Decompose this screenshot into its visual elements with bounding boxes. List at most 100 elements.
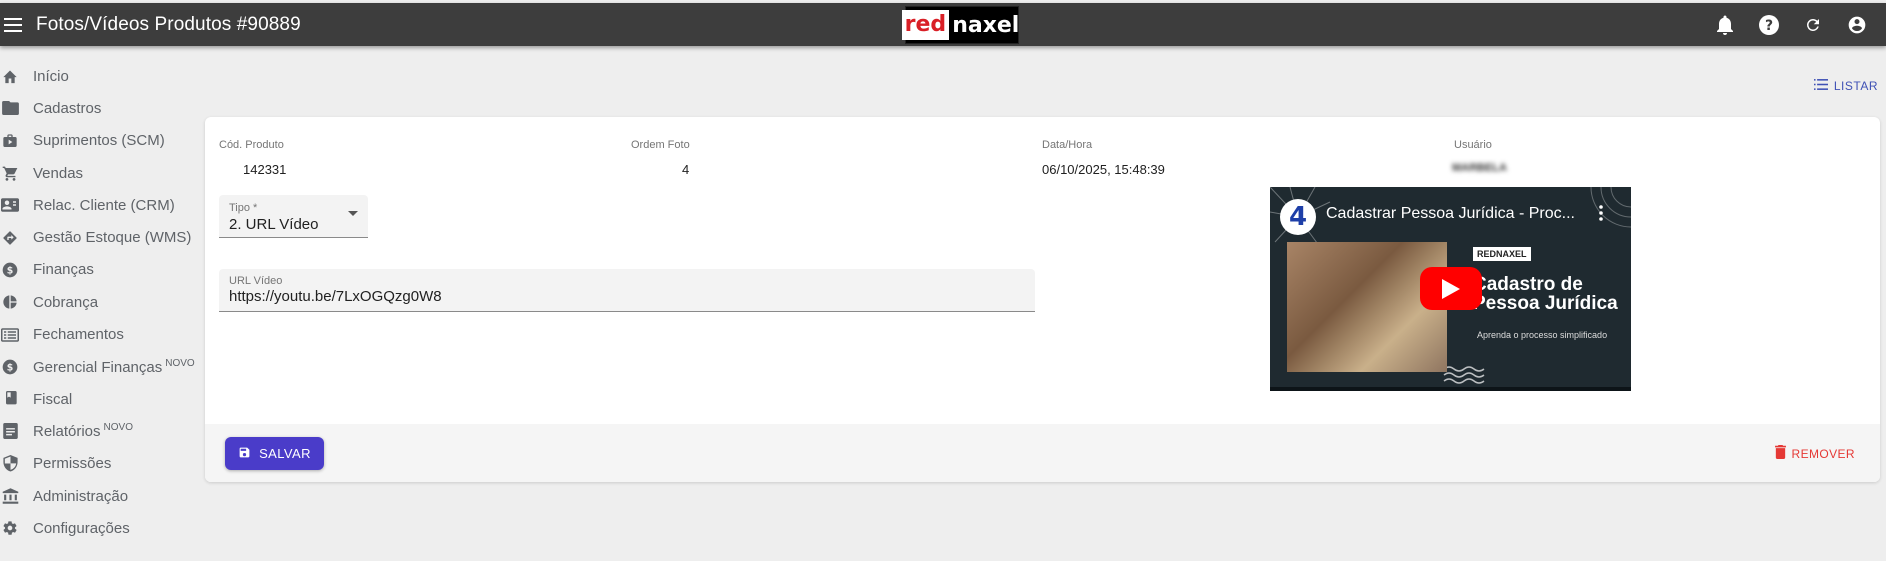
menu-icon[interactable]	[2, 14, 24, 36]
url-video-label: URL Vídeo	[229, 275, 283, 287]
sidebar-item-suprimentos[interactable]: Suprimentos (SCM)	[0, 125, 200, 157]
cod-produto-value: 142331	[243, 162, 287, 177]
svg-text:?: ?	[1765, 18, 1773, 34]
rednaxel-logo: red naxel	[901, 6, 1020, 44]
sidebar-item-fiscal[interactable]: Fiscal	[0, 383, 200, 415]
url-video-field[interactable]: URL Vídeo	[219, 269, 1035, 312]
play-button[interactable]	[1420, 267, 1482, 310]
sidebar-item-administracao[interactable]: Administração	[0, 480, 200, 512]
video-headline-line1: Cadastro de	[1473, 274, 1583, 295]
sidebar-item-label: Fechamentos	[33, 326, 124, 344]
sidebar-item-financas[interactable]: $ Finanças	[0, 254, 200, 286]
tipo-label: Tipo *	[229, 202, 258, 214]
sidebar-item-vendas[interactable]: Vendas	[0, 157, 200, 189]
remove-button[interactable]: REMOVER	[1774, 445, 1855, 462]
sidebar-item-label: Suprimentos (SCM)	[33, 132, 165, 150]
cart-icon	[0, 163, 20, 183]
sidebar-item-label: Configurações	[33, 519, 130, 537]
sidebar-item-cadastros[interactable]: Cadastros	[0, 92, 200, 124]
top-icons: ?	[1712, 3, 1870, 46]
supplies-icon	[0, 131, 20, 151]
new-badge: NOVO	[103, 422, 133, 434]
dropdown-arrow-icon	[348, 211, 358, 216]
usuario-label: Usuário	[1454, 139, 1492, 151]
sidebar-item-configuracoes[interactable]: Configurações	[0, 512, 200, 544]
svg-text:$: $	[7, 265, 14, 276]
sidebar-item-label: Finanças	[33, 261, 94, 279]
list-box-icon	[0, 325, 20, 345]
sidebar-item-wms[interactable]: Gestão Estoque (WMS)	[0, 221, 200, 253]
sidebar-item-text: Gerencial Finanças	[33, 358, 163, 376]
sidebar-item-gerencial-financas[interactable]: $ Gerencial Finanças NOVO	[0, 351, 200, 383]
dollar-icon: $	[0, 260, 20, 280]
sidebar-item-label: Gestão Estoque (WMS)	[33, 229, 192, 247]
product-media-form-card: Cód. Produto 142331 Ordem Foto 4 Data/Ho…	[205, 117, 1880, 482]
shield-icon	[0, 454, 20, 474]
top-app-bar: Fotos/Vídeos Produtos #90889 red naxel ?	[0, 3, 1886, 46]
sidebar-item-label: Relac. Cliente (CRM)	[33, 196, 175, 214]
list-button[interactable]: LISTAR	[1813, 79, 1878, 93]
cod-produto-label: Cód. Produto	[219, 139, 284, 151]
list-label: LISTAR	[1833, 79, 1878, 93]
url-video-input[interactable]	[229, 288, 1019, 305]
data-hora-label: Data/Hora	[1042, 139, 1093, 151]
sidebar-item-label: Vendas	[33, 164, 84, 182]
folder-icon	[0, 98, 20, 118]
refresh-icon[interactable]	[1800, 12, 1826, 38]
dollar-icon: $	[0, 357, 20, 377]
sidebar-item-inicio[interactable]: Início	[0, 60, 200, 92]
bell-icon[interactable]	[1712, 12, 1738, 38]
book-icon	[0, 389, 20, 409]
sidebar-item-label: Fiscal	[33, 390, 73, 408]
contact-card-icon	[0, 195, 20, 215]
new-badge: NOVO	[165, 357, 195, 369]
usuario-value: MARBELA	[1452, 162, 1507, 174]
gear-icon	[0, 518, 20, 538]
help-icon[interactable]: ?	[1756, 12, 1782, 38]
video-title: Cadastrar Pessoa Jurídica - Proc...	[1326, 205, 1575, 222]
sidebar-item-text: Relatórios	[33, 423, 101, 441]
bank-icon	[0, 486, 20, 506]
logo-rest-part: naxel	[952, 12, 1020, 38]
sidebar-item-label: Relatórios NOVO	[33, 422, 133, 440]
sidebar-item-fechamentos[interactable]: Fechamentos	[0, 318, 200, 350]
report-icon	[0, 421, 20, 441]
video-headline: Cadastro de Pessoa Jurídica	[1473, 275, 1618, 313]
sidebar-item-crm[interactable]: Relac. Cliente (CRM)	[0, 189, 200, 221]
sidebar-item-label: Gerencial Finanças NOVO	[33, 358, 195, 376]
sidebar-item-cobranca[interactable]: Cobrança	[0, 286, 200, 318]
more-vert-icon[interactable]	[1599, 205, 1603, 226]
ordem-foto-label: Ordem Foto	[631, 139, 690, 151]
tipo-value: 2. URL Vídeo	[229, 216, 319, 233]
tipo-select[interactable]: Tipo * 2. URL Vídeo	[219, 195, 368, 238]
directions-icon	[0, 228, 20, 248]
ordem-foto-value: 4	[682, 162, 690, 177]
channel-avatar: 4	[1280, 199, 1316, 235]
remove-label: REMOVER	[1791, 446, 1855, 461]
save-label: SALVAR	[259, 446, 311, 461]
home-icon	[0, 66, 20, 86]
logo-red-part: red	[901, 10, 950, 40]
account-icon[interactable]	[1844, 12, 1870, 38]
save-icon	[238, 446, 251, 462]
data-hora-value: 06/10/2025, 15:48:39	[1042, 162, 1165, 177]
video-bottom-bar	[1270, 387, 1631, 391]
save-button[interactable]: SALVAR	[225, 437, 324, 470]
sidebar: Início Cadastros Suprimentos (SCM) Venda…	[0, 60, 200, 544]
trash-icon	[1774, 445, 1786, 462]
sidebar-item-label: Permissões	[33, 455, 112, 473]
video-thumbnail-photo	[1287, 242, 1447, 372]
sidebar-item-label: Cadastros	[33, 99, 102, 117]
sidebar-item-relatorios[interactable]: Relatórios NOVO	[0, 415, 200, 447]
pie-icon	[0, 292, 20, 312]
video-preview[interactable]: 4 Cadastrar Pessoa Jurídica - Proc... RE…	[1270, 187, 1631, 391]
list-icon	[1813, 79, 1828, 93]
play-icon	[1442, 278, 1460, 299]
sidebar-item-label: Início	[33, 67, 69, 85]
sidebar-item-label: Administração	[33, 487, 129, 505]
svg-text:$: $	[7, 362, 14, 373]
card-footer	[205, 424, 1880, 482]
video-headline-line2: Pessoa Jurídica	[1473, 293, 1618, 314]
sidebar-item-permissoes[interactable]: Permissões	[0, 448, 200, 480]
video-subtitle: Aprenda o processo simplificado	[1477, 330, 1608, 340]
